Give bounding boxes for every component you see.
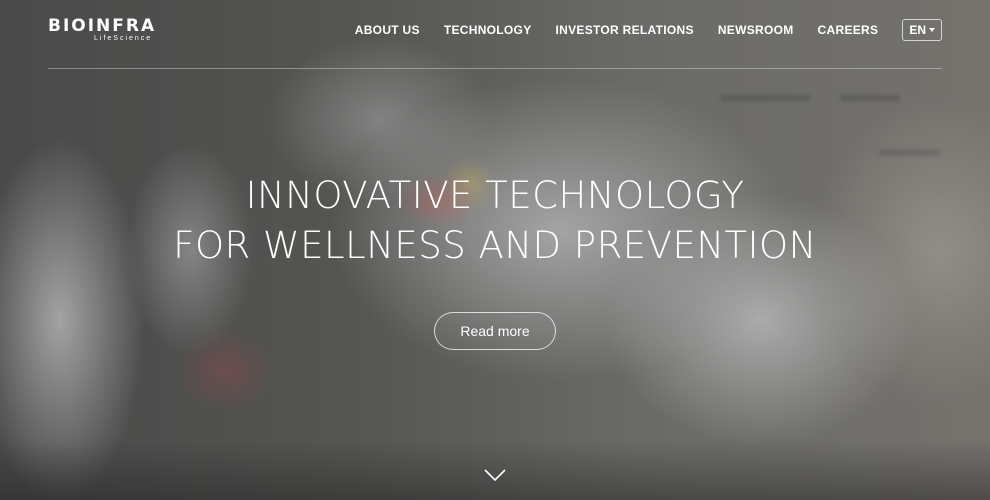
nav-item-careers[interactable]: CAREERS	[818, 20, 879, 40]
site-header: BIOINFRA LifeScience ABOUT US TECHNOLOGY…	[48, 0, 942, 69]
logo-text: BIOINFRA	[48, 16, 157, 36]
nav-item-investor-relations[interactable]: INVESTOR RELATIONS	[556, 20, 694, 40]
main-nav: ABOUT US TECHNOLOGY INVESTOR RELATIONS N…	[331, 19, 942, 41]
hero-headline: INNOVATIVE TECHNOLOGY FOR WELLNESS AND P…	[0, 171, 990, 271]
read-more-button[interactable]: Read more	[434, 312, 556, 350]
headline-line-1: INNOVATIVE TECHNOLOGY	[245, 174, 745, 217]
language-label: EN	[909, 23, 926, 37]
headline-line-2: FOR WELLNESS AND PREVENTION	[173, 224, 817, 267]
nav-item-newsroom[interactable]: NEWSROOM	[718, 20, 794, 40]
chevron-down-icon[interactable]	[484, 468, 506, 482]
brand-logo[interactable]: BIOINFRA LifeScience	[48, 17, 156, 43]
caret-down-icon	[929, 28, 935, 32]
nav-item-about-us[interactable]: ABOUT US	[355, 20, 420, 40]
hero-section: BIOINFRA LifeScience ABOUT US TECHNOLOGY…	[0, 0, 990, 500]
language-selector[interactable]: EN	[902, 19, 942, 41]
nav-item-technology[interactable]: TECHNOLOGY	[444, 20, 532, 40]
logo-subtext: LifeScience	[94, 35, 153, 42]
